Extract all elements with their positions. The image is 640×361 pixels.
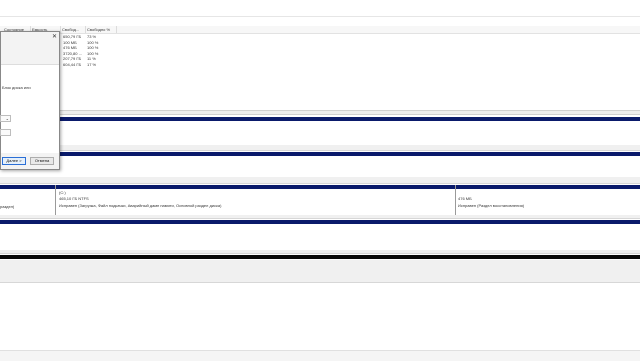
partition-left[interactable]: раздел) [0, 190, 55, 215]
next-button[interactable]: Далее > [2, 157, 26, 165]
toolbar [0, 0, 640, 17]
disk-separator [0, 215, 640, 219]
disk-separator [0, 145, 640, 151]
wizard-dialog: ✕ Блок диска или ⌄ Далее > Отмена [0, 31, 60, 170]
row-free: 476 МБ [63, 45, 77, 50]
pane-splitter[interactable] [0, 110, 640, 115]
partition-label: (C:) [59, 190, 66, 195]
row-free: 3720,80 ... [63, 50, 82, 56]
row-free: 604,44 ГБ [63, 61, 82, 67]
close-icon[interactable]: ✕ [52, 34, 57, 40]
row-free-percent: 100 % [87, 50, 99, 56]
partition-status: Исправен (Загрузка, Файл подкачки, Авари… [59, 203, 222, 208]
status-bar [0, 350, 640, 361]
col-header-free[interactable]: Свобод... [62, 27, 79, 32]
unallocated-bar [0, 255, 640, 259]
row-free: 207,79 ГБ [63, 56, 82, 61]
partition-recovery[interactable]: 476 МБ Исправен (Раздел восстановления) [457, 190, 637, 215]
row-free: 650,79 ГБ [63, 34, 82, 39]
row-free: 100 МБ [63, 39, 77, 45]
disk-separator [0, 177, 640, 184]
disk-separator [0, 250, 640, 254]
row-free-percent: 100 % [87, 39, 99, 45]
volume-list-header: Состояние Емкость Свобод... Свободно % [0, 26, 640, 34]
dialog-text: Блок диска или [2, 85, 31, 90]
disk2-partition-bar [0, 185, 640, 189]
unallocated-area [0, 260, 640, 283]
size-field[interactable] [0, 129, 11, 136]
row-free-percent: 100 % [87, 45, 99, 50]
partition-c[interactable]: (C:) 465,10 ГБ NTFS Исправен (Загрузка, … [57, 190, 453, 215]
row-free-percent: 17 % [87, 61, 97, 67]
disk0-partition-bar [0, 117, 640, 121]
dialog-content: Блок диска или ⌄ [0, 64, 59, 153]
disk-select[interactable]: ⌄ [0, 115, 11, 122]
chevron-down-icon: ⌄ [5, 116, 9, 121]
partition-status: Исправен (Раздел восстановления) [458, 203, 525, 208]
partition-size: 465,10 ГБ NTFS [59, 196, 89, 201]
row-free-percent: 11 % [87, 56, 96, 61]
disk1-partition-bar [0, 152, 640, 156]
cancel-button[interactable]: Отмена [30, 157, 54, 165]
disk3-partition-bar [0, 220, 640, 224]
partition-status: раздел) [0, 204, 15, 209]
partition-size: 476 МБ [458, 196, 472, 201]
row-free-percent: 73 % [87, 34, 97, 39]
col-header-free-percent[interactable]: Свободно % [87, 27, 110, 32]
